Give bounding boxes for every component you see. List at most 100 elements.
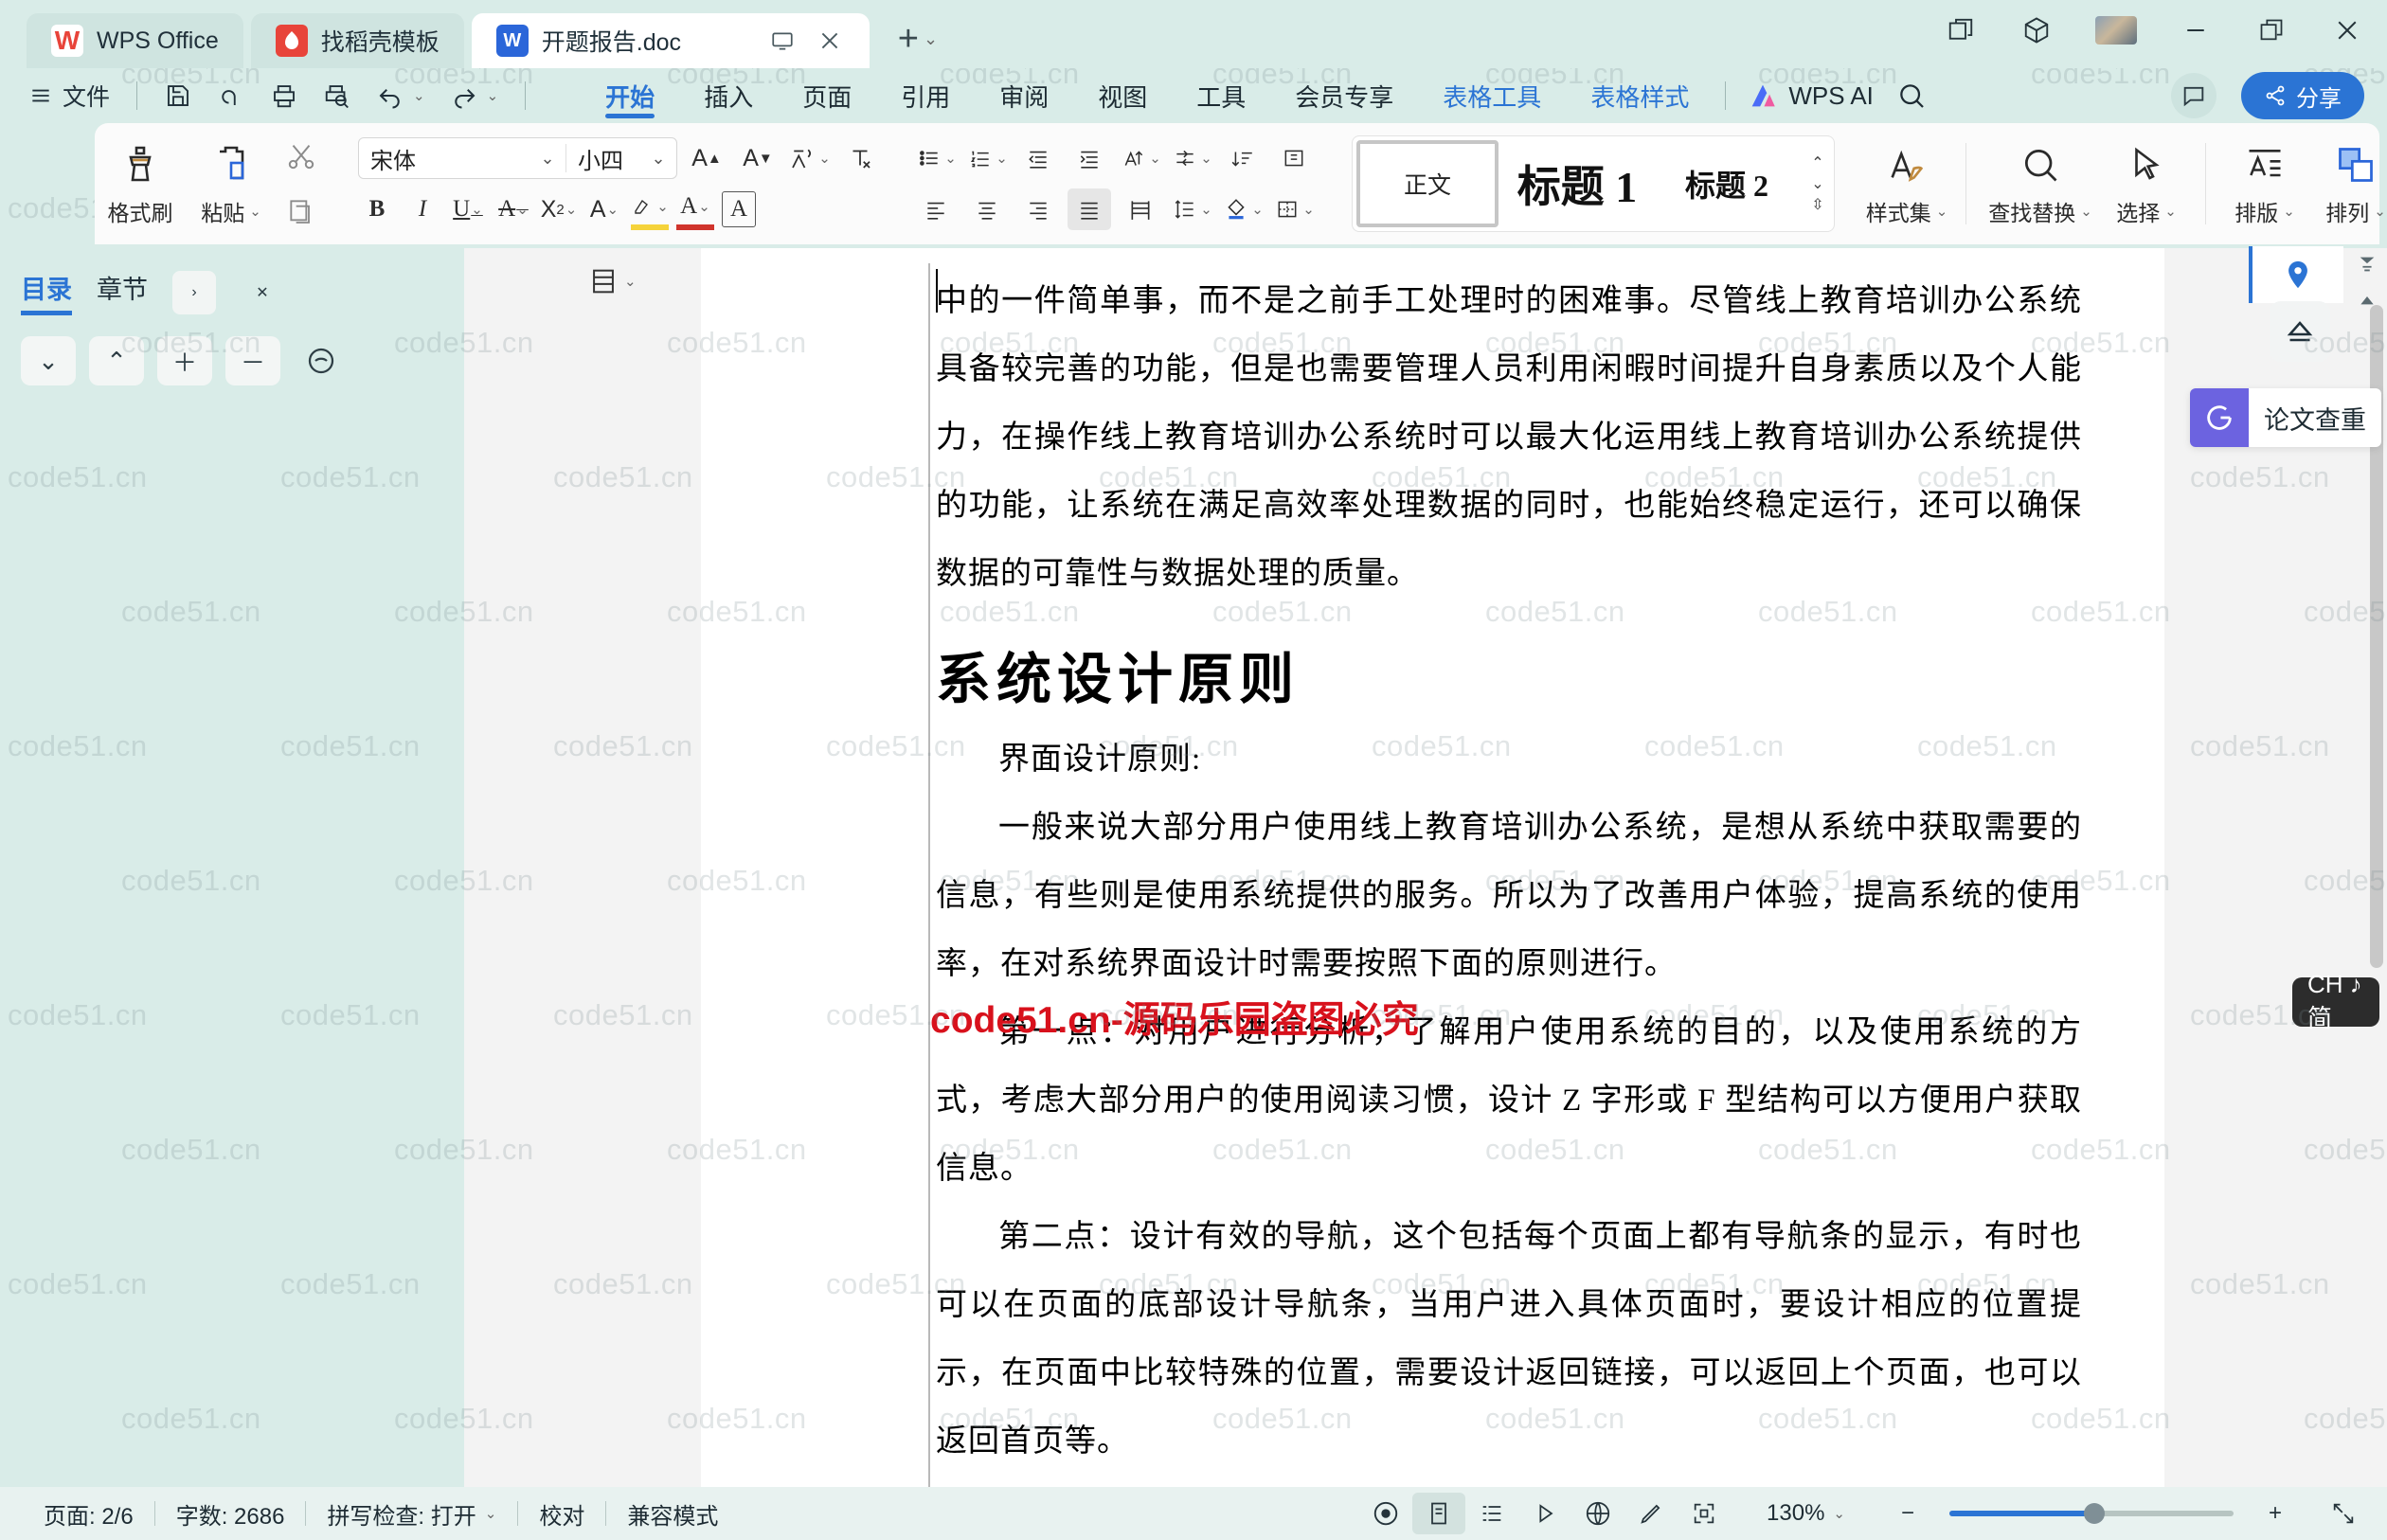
ink-icon[interactable] [1624, 1493, 1678, 1534]
superscript-button[interactable]: X 2 ⌄ [540, 188, 578, 230]
italic-button[interactable]: I [404, 188, 441, 230]
zoom-in-button[interactable]: + [2249, 1493, 2302, 1534]
tab-tools[interactable]: 工具 [1172, 69, 1270, 122]
app-tab-wps-office[interactable]: W WPS Office [27, 13, 243, 68]
format-painter-button[interactable]: 格式刷 [95, 128, 186, 240]
text-effects-button[interactable]: A ⌄ [585, 188, 623, 230]
char-border-button[interactable]: A [722, 191, 756, 227]
nav-tab-contents[interactable]: 目录 [21, 269, 72, 315]
font-name-input[interactable]: 宋体 [359, 142, 529, 175]
close-panel-icon[interactable]: ✕ [241, 271, 284, 314]
read-view-icon[interactable] [1518, 1493, 1571, 1534]
borders-icon[interactable]: ⌄ [1272, 188, 1316, 230]
document-text[interactable]: 中的一件简单事，而不是之前手工处理时的困难事。尽管线上教育培训办公系统具备较完善… [936, 267, 2082, 1476]
chevron-down-icon[interactable]: ⌄ [640, 149, 676, 169]
chevron-down-icon[interactable]: ⌄ [624, 273, 637, 290]
clear-format-icon[interactable] [838, 137, 882, 179]
refresh-icon[interactable] [294, 336, 349, 385]
restore-button[interactable] [2254, 13, 2288, 47]
style-gallery-scroll[interactable]: ⌃ ⌄ ⇳ [1802, 140, 1834, 227]
wps-ai-button[interactable]: WPS AI [1747, 80, 1874, 112]
collapse-ribbon-icon[interactable] [2355, 254, 2379, 275]
zoom-level[interactable]: 130% ⌄ [1746, 1500, 1866, 1527]
plus-icon[interactable]: ＋ [157, 336, 212, 385]
tab-view[interactable]: 视图 [1073, 69, 1172, 122]
document-page[interactable]: ⌄ 中的一件简单事，而不是之前手工处理时的困难事。尽管线上教育培训办公系统具备较… [593, 248, 2164, 1487]
chevron-down-icon[interactable]: ⌄ [1811, 174, 1823, 193]
number-list-icon[interactable]: ⌄ [965, 137, 1009, 179]
chevron-down-icon[interactable]: ⌄ [529, 149, 565, 169]
tab-review[interactable]: 审阅 [975, 69, 1073, 122]
align-distribute-icon[interactable] [1119, 188, 1162, 230]
outline-view-icon[interactable] [1465, 1493, 1518, 1534]
page-layout-tool[interactable]: ⌄ [587, 265, 637, 297]
file-menu-button[interactable]: 文件 [17, 74, 119, 117]
cube-icon[interactable] [2019, 13, 2054, 47]
chevron-up-icon[interactable]: ⌃ [89, 336, 144, 385]
tab-table-tools[interactable]: 表格工具 [1418, 69, 1566, 122]
align-justify-icon[interactable] [1068, 188, 1111, 230]
print-preview-button[interactable] [314, 74, 361, 117]
shading-icon[interactable]: ⌄ [1221, 188, 1265, 230]
style-set-button[interactable]: 样式集 ⌄ [1861, 128, 1952, 240]
document-canvas[interactable]: ⌄ 中的一件简单事，而不是之前手工处理时的困难事。尽管线上教育培训办公系统具备较… [464, 248, 2387, 1487]
tab-start[interactable]: 开始 [581, 69, 679, 122]
align-right-icon[interactable] [1016, 188, 1060, 230]
expand-gallery-icon[interactable]: ⇳ [1811, 195, 1823, 214]
bold-button[interactable]: B [358, 188, 396, 230]
compatibility-mode[interactable]: 兼容模式 [606, 1497, 739, 1531]
focus-view-icon[interactable] [1359, 1493, 1412, 1534]
zoom-out-button[interactable]: − [1881, 1493, 1934, 1534]
pinyin-guide-icon[interactable]: ⌄ [787, 137, 831, 179]
share-button[interactable]: 分享 [2241, 72, 2364, 119]
chevron-down-icon[interactable]: ⌄ [21, 336, 76, 385]
select-button[interactable]: 选择 ⌄ [2101, 128, 2192, 240]
redo-button[interactable]: ⌄ [440, 74, 509, 117]
fullscreen-icon[interactable] [1678, 1493, 1731, 1534]
sort-icon[interactable] [1221, 137, 1265, 179]
plagiarism-check-button[interactable]: 论文查重 [2190, 388, 2381, 447]
scroll-up-icon[interactable] [2356, 292, 2378, 311]
zoom-slider-handle[interactable] [2084, 1503, 2105, 1524]
minus-icon[interactable]: － [225, 336, 280, 385]
ime-status-chip[interactable]: CH ♪ 简 [2292, 970, 2379, 1032]
align-center-icon[interactable] [965, 188, 1009, 230]
present-icon[interactable] [767, 26, 798, 56]
search-icon[interactable] [1896, 81, 1927, 111]
style-item-heading-2[interactable]: 标题 2 [1656, 140, 1798, 227]
tab-reference[interactable]: 引用 [876, 69, 975, 122]
show-marks-icon[interactable] [1272, 137, 1316, 179]
increase-indent-icon[interactable] [1068, 137, 1111, 179]
document-tab-active[interactable]: W 开题报告.doc [471, 13, 870, 68]
find-replace-button[interactable]: 查找替换 ⌄ [1980, 128, 2101, 240]
line-spacing-icon[interactable]: ⌄ [1170, 188, 1213, 230]
fit-page-icon[interactable] [2317, 1493, 2370, 1534]
paste-button[interactable]: 粘贴 ⌄ [186, 128, 277, 240]
copy-icon[interactable] [277, 188, 326, 235]
highlight-color-button[interactable]: ⌄ [631, 188, 669, 230]
new-tab-button[interactable]: + ⌄ [898, 21, 938, 57]
decrease-indent-icon[interactable] [1016, 137, 1060, 179]
typeset-button[interactable]: 排版 ⌄ [2219, 128, 2310, 240]
cloud-sync-icon[interactable] [207, 74, 255, 117]
nav-tab-chapters[interactable]: 章节 [97, 269, 148, 315]
user-avatar[interactable] [2095, 16, 2137, 45]
font-color-button[interactable]: A ⌄ [676, 188, 714, 230]
cut-icon[interactable] [277, 133, 326, 180]
arrange-button[interactable]: 排列 ⌄ [2310, 128, 2387, 240]
tab-member-exclusive[interactable]: 会员专享 [1270, 69, 1418, 122]
word-count[interactable]: 字数: 2686 [155, 1497, 306, 1531]
font-size-input[interactable]: 小四 [566, 142, 640, 175]
line-merge-icon[interactable]: ⌄ [1170, 137, 1213, 179]
strikethrough-button[interactable]: A ⌄ [494, 188, 532, 230]
chevron-up-icon[interactable]: ⌃ [1811, 153, 1823, 172]
page-indicator[interactable]: 页面: 2/6 [23, 1497, 154, 1531]
grow-font-button[interactable]: A ▲ [685, 137, 728, 179]
print-button[interactable] [260, 74, 308, 117]
style-item-heading-1[interactable]: 标题 1 [1506, 140, 1648, 227]
align-text-icon[interactable]: ⌄ [1119, 137, 1162, 179]
align-left-icon[interactable] [914, 188, 958, 230]
tab-table-styles[interactable]: 表格样式 [1566, 69, 1714, 122]
location-pin-icon[interactable] [2249, 246, 2343, 303]
page-view-icon[interactable] [1412, 1493, 1466, 1534]
